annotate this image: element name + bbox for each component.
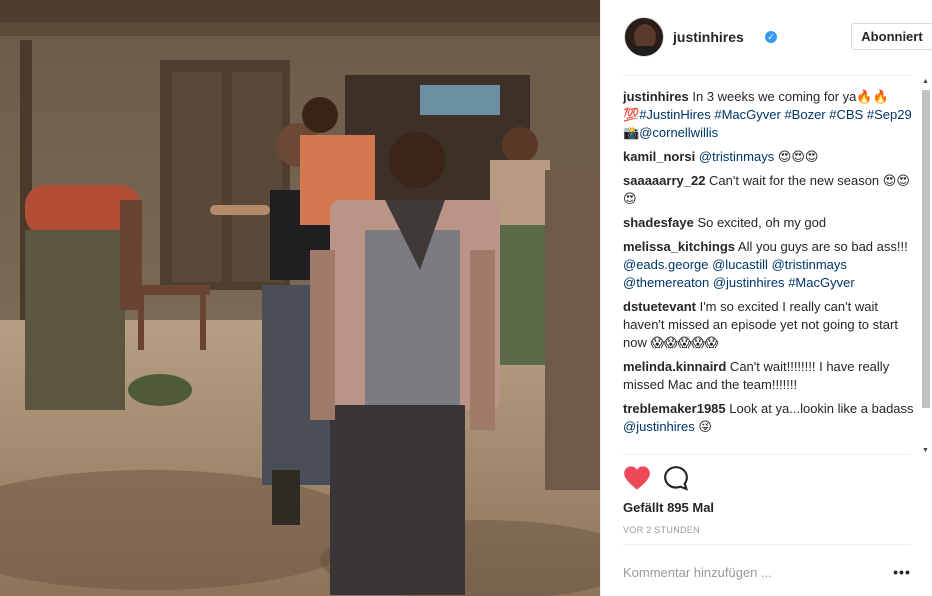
- comment-item: dstuetevant I'm so excited I really can'…: [623, 298, 917, 352]
- post-photo[interactable]: [0, 0, 600, 596]
- comment-text: So excited, oh my god: [693, 215, 827, 230]
- comment-item: kamil_norsi @tristinmays 😍😍😍: [623, 148, 917, 166]
- comment-tag-link[interactable]: @themereaton: [623, 275, 709, 290]
- comment-username[interactable]: melinda.kinnaird: [623, 359, 726, 374]
- post-sidebar: justinhires ✓ Abonniert justinhires In 3…: [600, 0, 932, 596]
- heart-filled-icon[interactable]: [623, 465, 651, 491]
- avatar[interactable]: [624, 17, 664, 57]
- comment-tag-link[interactable]: @tristinmays: [699, 149, 774, 164]
- comment-text: 😍😍😍: [774, 149, 819, 164]
- username-link[interactable]: justinhires: [673, 29, 744, 45]
- comment-tag-link[interactable]: #CBS: [829, 107, 863, 122]
- comment-item: justinhires In 3 weeks we coming for ya🔥…: [623, 88, 917, 142]
- follow-button[interactable]: Abonniert: [851, 23, 932, 50]
- comment-tag-link[interactable]: @justinhires: [623, 419, 695, 434]
- more-options-button[interactable]: •••: [893, 563, 911, 581]
- comment-tag-link[interactable]: #Bozer: [784, 107, 825, 122]
- comment-text: All you guys are so bad ass!!!: [735, 239, 908, 254]
- comment-tag-link[interactable]: #JustinHires: [639, 107, 711, 122]
- comments-list: justinhires In 3 weeks we coming for ya🔥…: [623, 88, 917, 454]
- comment-username[interactable]: melissa_kitchings: [623, 239, 735, 254]
- comment-tag-link[interactable]: #MacGyver: [714, 107, 780, 122]
- comment-item: saaaaarry_22 Can't wait for the new seas…: [623, 172, 917, 208]
- verified-badge-icon: ✓: [765, 31, 777, 43]
- comment-text: 😜: [694, 419, 712, 434]
- scrollbar-thumb[interactable]: [922, 90, 930, 408]
- comments-scrollbar[interactable]: ▲ ▼: [921, 78, 931, 454]
- comment-item: shadesfaye So excited, oh my god: [623, 214, 917, 232]
- scroll-up-arrow-icon[interactable]: ▲: [922, 78, 929, 85]
- post-timestamp[interactable]: VOR 2 STUNDEN: [623, 525, 700, 535]
- comment-text: Look at ya...lookin like a badass: [725, 401, 914, 416]
- comment-input[interactable]: [623, 561, 873, 583]
- photo-image: [0, 0, 600, 596]
- comment-username[interactable]: dstuetevant: [623, 299, 696, 314]
- post-actions: Gefällt 895 Mal VOR 2 STUNDEN: [623, 454, 911, 544]
- comment-tag-link[interactable]: @justinhires: [713, 275, 785, 290]
- comment-username[interactable]: kamil_norsi: [623, 149, 695, 164]
- comment-tag-link[interactable]: @tristinmays: [772, 257, 847, 272]
- comment-username[interactable]: saaaaarry_22: [623, 173, 705, 188]
- post-header: justinhires ✓ Abonniert: [623, 0, 932, 76]
- comment-tag-link[interactable]: #MacGyver: [788, 275, 854, 290]
- comment-tag-link[interactable]: @cornellwillis: [639, 125, 718, 140]
- comment-tag-link[interactable]: @lucastill: [712, 257, 768, 272]
- comment-item: melissa_kitchings All you guys are so ba…: [623, 238, 917, 292]
- comment-username[interactable]: treblemaker1985: [623, 401, 726, 416]
- comment-username[interactable]: justinhires: [623, 89, 689, 104]
- comment-bubble-icon[interactable]: [663, 465, 689, 491]
- avatar-shirt: [628, 46, 662, 56]
- comment-tag-link[interactable]: @eads.george: [623, 257, 708, 272]
- likes-count[interactable]: Gefällt 895 Mal: [623, 500, 714, 515]
- scroll-down-arrow-icon[interactable]: ▼: [922, 447, 929, 454]
- add-comment-section: •••: [623, 544, 911, 596]
- comment-username[interactable]: shadesfaye: [623, 215, 694, 230]
- comment-item: treblemaker1985 Look at ya...lookin like…: [623, 400, 917, 436]
- comment-text: 📸: [623, 125, 640, 140]
- comment-item: melinda.kinnaird Can't wait!!!!!!!! I ha…: [623, 358, 917, 394]
- comment-tag-link[interactable]: #Sep29: [867, 107, 912, 122]
